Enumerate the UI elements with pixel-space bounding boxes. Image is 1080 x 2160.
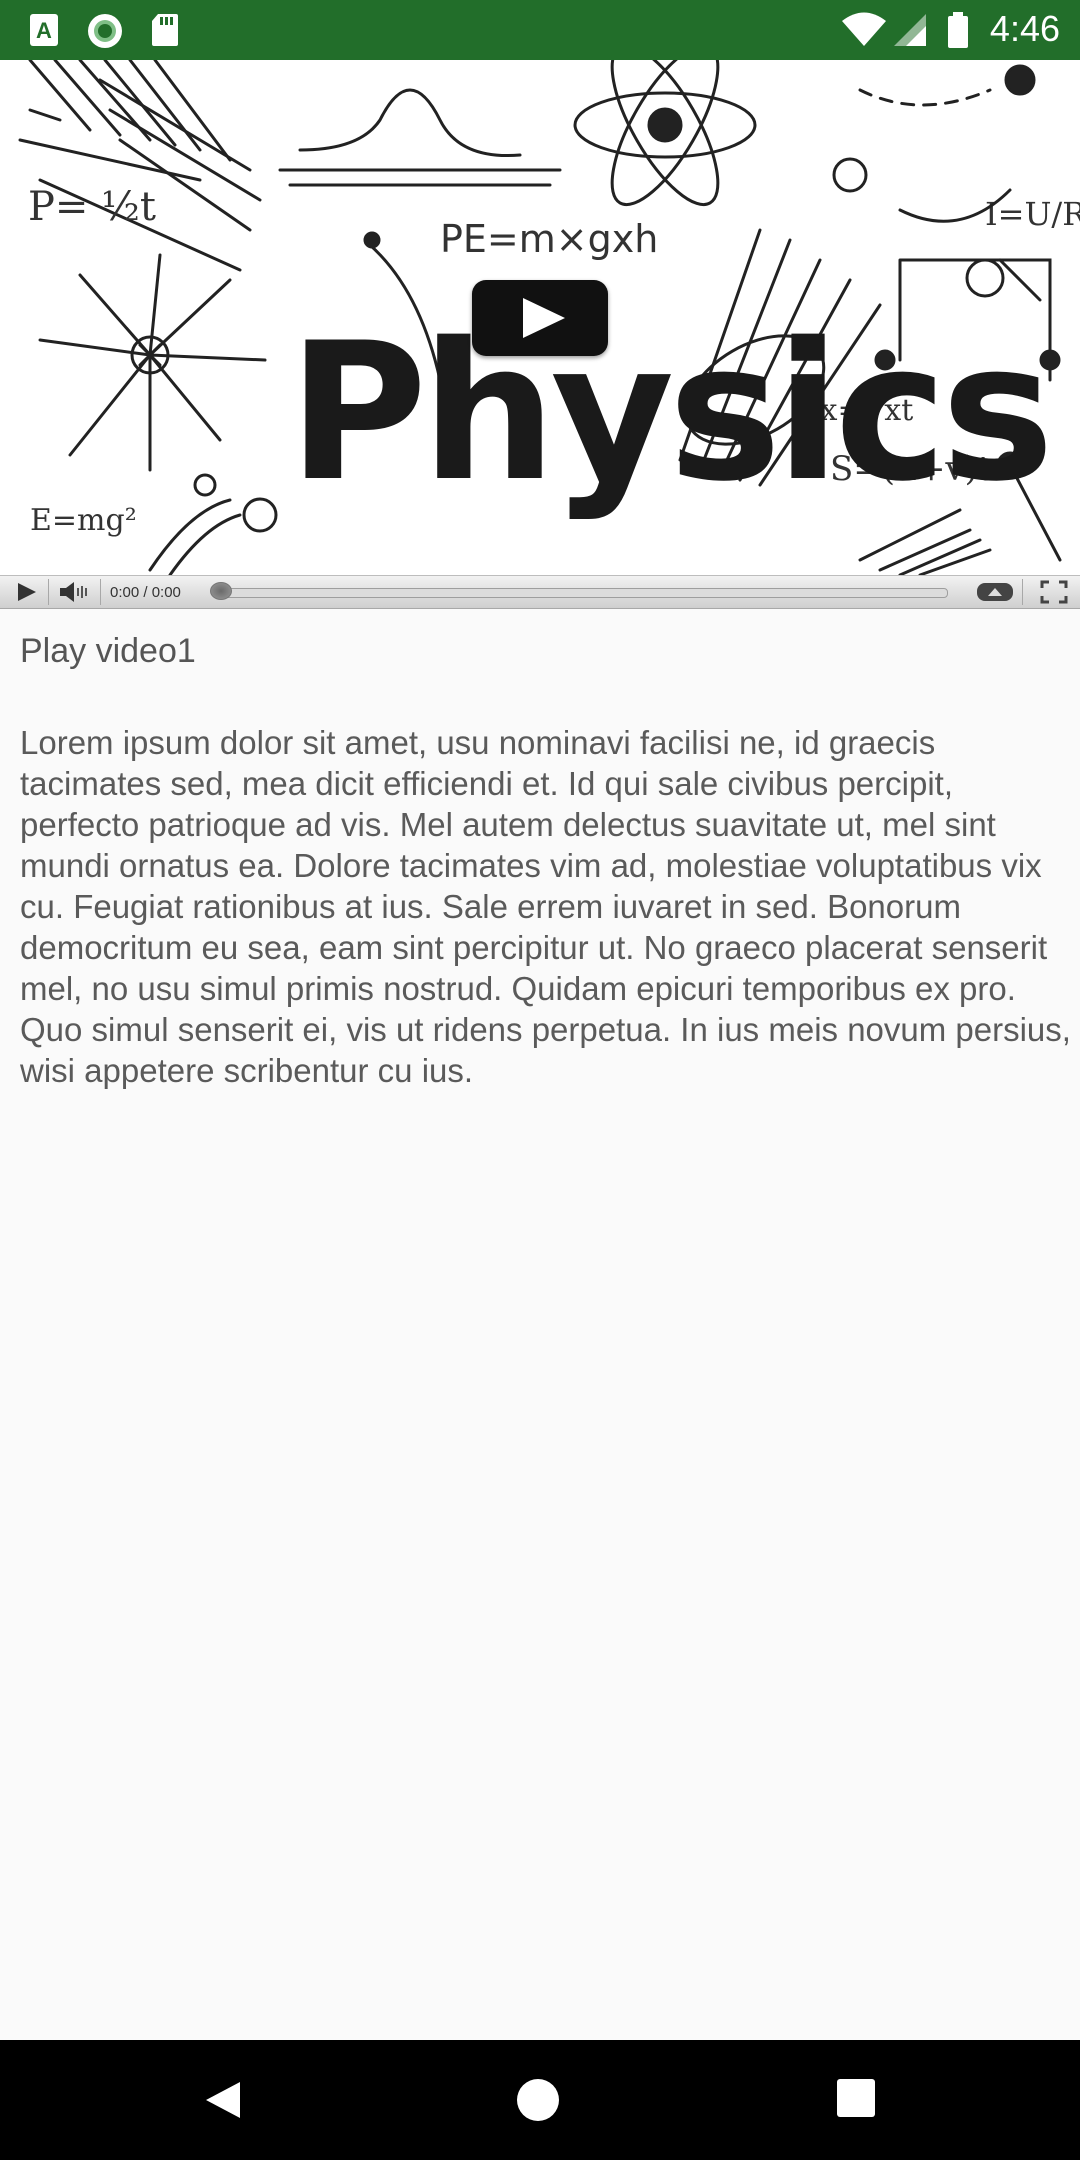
divider [48, 579, 49, 605]
play-icon [523, 298, 565, 338]
description-text: Lorem ipsum dolor sit amet, usu nominavi… [20, 724, 1071, 1089]
video-player[interactable]: P= ½t PE=m×gxh I=U/R S=(u+v)t Sx=Vxt E=m… [0, 60, 1080, 575]
play-button[interactable] [8, 576, 44, 608]
svg-text:A: A [36, 18, 52, 43]
divider [100, 579, 101, 605]
video-controls: 0:00 / 0:00 [0, 575, 1080, 609]
back-icon[interactable] [200, 2078, 244, 2122]
airplay-icon[interactable] [974, 576, 1016, 608]
signal-icon [894, 14, 926, 46]
navigation-bar [0, 2040, 1080, 2160]
big-play-button[interactable] [472, 280, 608, 356]
poster-title: Physics [288, 302, 1054, 523]
volume-icon[interactable] [54, 576, 96, 608]
time-display: 0:00 / 0:00 [110, 584, 181, 601]
svg-text:P= ½t: P= ½t [28, 184, 156, 230]
home-icon[interactable] [516, 2078, 560, 2122]
sd-card-icon [152, 14, 178, 46]
wifi-icon [842, 12, 886, 46]
svg-text:E=mg²: E=mg² [30, 503, 137, 538]
recents-icon[interactable] [836, 2078, 876, 2118]
clock: 4:46 [989, 8, 1060, 49]
fullscreen-icon[interactable] [1034, 576, 1074, 608]
svg-text:PE=m×gxh: PE=m×gxh [440, 217, 658, 261]
seek-bar[interactable] [214, 588, 948, 598]
divider [1022, 579, 1023, 605]
battery-icon [948, 12, 968, 48]
video-title: Play video1 [20, 632, 196, 670]
seek-knob[interactable] [210, 582, 232, 600]
sync-circle-icon [88, 14, 122, 48]
status-bar: A 4:46 [0, 0, 1080, 60]
accessibility-a-icon: A [30, 14, 58, 46]
